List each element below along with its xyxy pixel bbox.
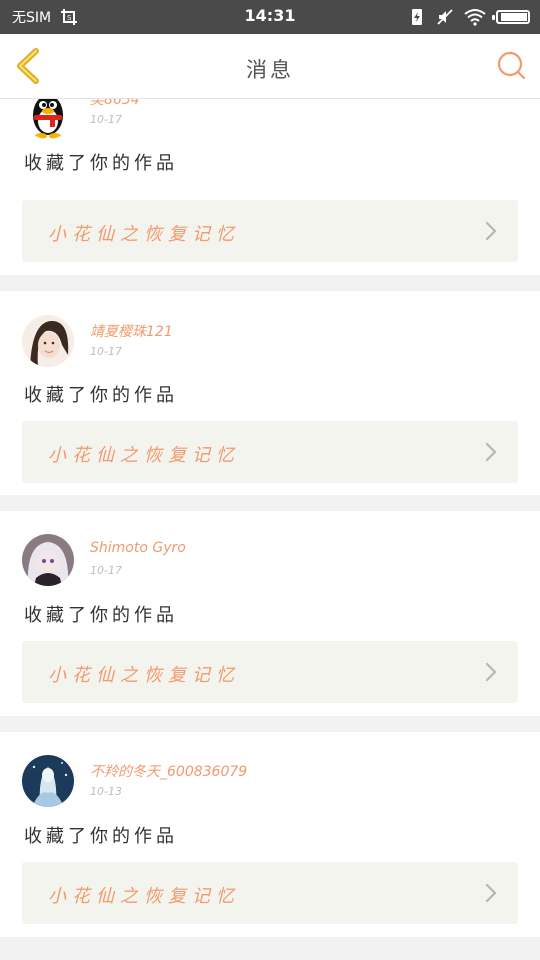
message-card: 吴8634 10-17 收藏了你的作品 小花仙之恢复记忆 [0,87,540,275]
page-title: 消息 [246,58,294,82]
work-link[interactable]: 小花仙之恢复记忆 [22,641,518,703]
chevron-right-icon [485,442,497,462]
message-text: 收藏了你的作品 [24,605,178,626]
search-icon[interactable] [496,50,526,80]
avatar [22,755,74,807]
girl-avatar-icon [22,315,74,367]
username[interactable]: Shimoto Gyro [90,540,186,556]
work-title: 小花仙之恢复记忆 [48,445,240,466]
message-date: 10-17 [90,113,122,126]
nav-bar: 消息 [0,34,540,99]
message-date: 10-17 [90,345,122,358]
wifi-icon [464,9,486,26]
message-card: 靖夏樱珠121 10-17 收藏了你的作品 小花仙之恢复记忆 [0,291,540,495]
message-text: 收藏了你的作品 [24,385,178,406]
username[interactable]: 不羚的冬天_600836079 [90,761,247,781]
chevron-right-icon [485,221,497,241]
message-date: 10-13 [90,785,122,798]
status-bar: 无SIM S 14:31 [0,0,540,34]
work-title: 小花仙之恢复记忆 [48,224,240,245]
chevron-right-icon [485,883,497,903]
avatar [22,315,74,367]
avatar [22,534,74,586]
work-title: 小花仙之恢复记忆 [48,886,240,907]
message-card: 不羚的冬天_600836079 10-13 收藏了你的作品 小花仙之恢复记忆 [0,732,540,937]
work-title: 小花仙之恢复记忆 [48,665,240,686]
work-link[interactable]: 小花仙之恢复记忆 [22,200,518,262]
message-card: Shimoto Gyro 10-17 收藏了你的作品 小花仙之恢复记忆 [0,511,540,716]
battery-icon [492,10,530,24]
work-link[interactable]: 小花仙之恢复记忆 [22,421,518,483]
chevron-right-icon [485,662,497,682]
username[interactable]: 靖夏樱珠121 [90,321,173,341]
message-text: 收藏了你的作品 [24,826,178,847]
work-link[interactable]: 小花仙之恢复记忆 [22,862,518,924]
anime-avatar-icon [22,534,74,586]
message-text: 收藏了你的作品 [24,153,178,174]
blue-avatar-icon [22,755,74,807]
message-date: 10-17 [90,564,122,577]
battery-saver-icon [412,9,422,25]
mute-icon [437,9,453,25]
